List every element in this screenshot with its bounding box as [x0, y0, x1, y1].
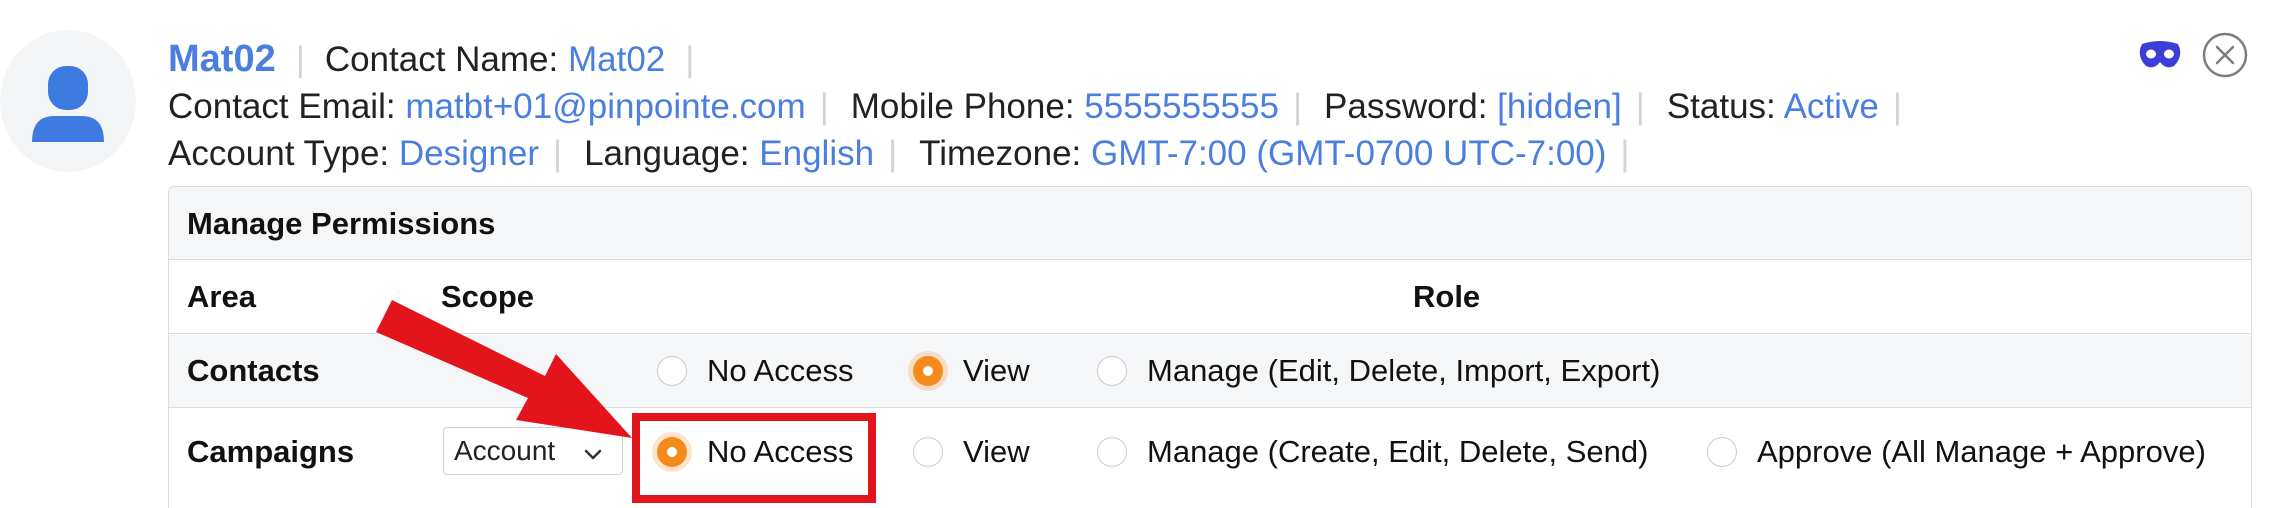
role-option[interactable]: View [913, 409, 1030, 495]
separator: | [1292, 87, 1303, 126]
contact-title-name[interactable]: Mat02 [168, 38, 276, 80]
radio-button[interactable] [1707, 437, 1737, 467]
contact-info: Mat02 | Contact Name: Mat02 | Contact Email… [168, 36, 2068, 177]
close-icon[interactable] [2202, 32, 2248, 78]
role-option[interactable]: View [913, 335, 1030, 407]
contact-info-row-3: Account Type: Designer | Language: English… [168, 130, 2068, 177]
separator: | [1635, 87, 1645, 126]
role-option[interactable]: Manage (Edit, Delete, Import, Export) [1097, 335, 1660, 407]
role-option[interactable]: No Access [657, 335, 853, 407]
person-icon [32, 66, 104, 142]
contact-name-value[interactable]: Mat02 [568, 40, 665, 79]
separator: | [295, 40, 305, 79]
timezone-label: Timezone: [919, 134, 1082, 173]
separator: | [1620, 134, 1630, 173]
header-area: Area [187, 279, 256, 314]
language-label: Language: [584, 134, 750, 173]
annotation-highlight-box [632, 413, 876, 503]
role-option-label: View [963, 353, 1030, 388]
radio-button[interactable] [657, 356, 687, 386]
mobile-value[interactable]: 5555555555 [1084, 87, 1279, 126]
password-label: Password: [1324, 87, 1488, 126]
mobile-label: Mobile Phone: [850, 87, 1075, 126]
radio-button[interactable] [913, 437, 943, 467]
separator: | [1892, 87, 1902, 126]
role-option-label: No Access [707, 353, 854, 388]
status-value[interactable]: Active [1784, 87, 1879, 126]
row-area-label: Contacts [187, 353, 320, 388]
email-value[interactable]: matbt+01@pinpointe.com [405, 87, 805, 126]
timezone-value[interactable]: GMT-7:00 (GMT-0700 UTC-7:00) [1091, 134, 1606, 173]
separator: | [819, 87, 829, 126]
header-role: Role [1413, 279, 1481, 314]
status-label: Status: [1666, 87, 1776, 126]
role-option[interactable]: Approve (All Manage + Approve) [1707, 409, 2206, 495]
separator: | [888, 134, 898, 173]
language-value[interactable]: English [759, 134, 874, 173]
contact-info-row-2: Contact Email: matbt+01@pinpointe.com | Mo… [168, 83, 2068, 130]
role-option-label: Approve (All Manage + Approve) [1757, 434, 2206, 469]
radio-button[interactable] [1097, 356, 1127, 386]
role-option-label: View [963, 434, 1030, 469]
separator: | [685, 40, 695, 79]
role-option-label: Manage (Create, Edit, Delete, Send) [1147, 434, 1649, 469]
email-label: Contact Email: [168, 87, 396, 126]
radio-button-selected[interactable] [913, 356, 943, 386]
contact-name-label: Contact Name: [324, 40, 559, 79]
avatar [0, 30, 136, 172]
role-option[interactable]: Manage (Create, Edit, Delete, Send) [1097, 409, 1648, 495]
panel-title: Manage Permissions [169, 187, 2251, 260]
annotation-arrow-icon [376, 300, 632, 438]
account-type-value[interactable]: Designer [399, 134, 539, 173]
radio-button[interactable] [1097, 437, 1127, 467]
separator: | [552, 134, 563, 173]
row-area-label: Campaigns [187, 434, 355, 469]
mask-icon[interactable] [2138, 40, 2182, 70]
contact-info-row-1: Mat02 | Contact Name: Mat02 | [168, 36, 2068, 83]
role-option-label: Manage (Edit, Delete, Import, Export) [1147, 353, 1661, 388]
top-icons [2138, 32, 2248, 78]
password-value[interactable]: [hidden] [1497, 87, 1622, 126]
account-type-label: Account Type: [168, 134, 390, 173]
